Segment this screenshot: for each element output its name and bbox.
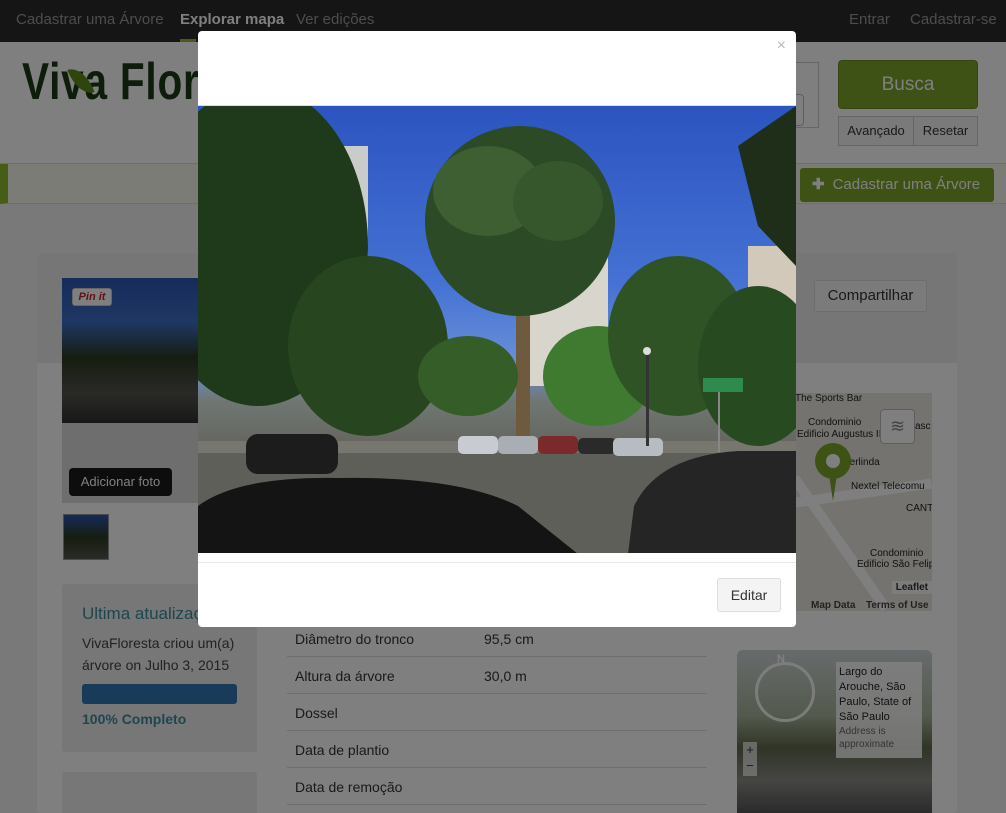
tree-photo-large	[198, 105, 796, 553]
edit-photo-button[interactable]: Editar	[717, 578, 781, 612]
tree-photo-illustration	[198, 106, 796, 553]
close-icon[interactable]: ×	[777, 37, 786, 55]
photo-modal: × Editar	[198, 31, 796, 627]
modal-footer-divider	[198, 562, 796, 563]
